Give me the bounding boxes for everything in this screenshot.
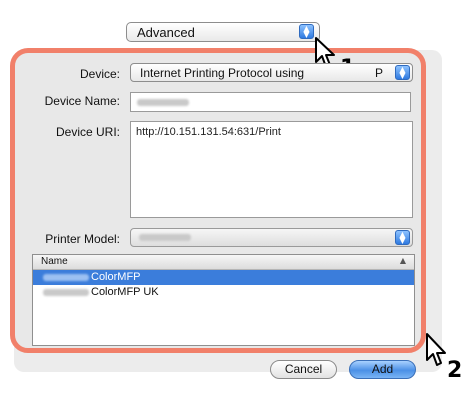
device-popup-value-tail: P [375, 66, 384, 80]
device-name-field[interactable] [130, 92, 411, 112]
updown-arrows-icon: ▲ ▼ [395, 65, 410, 80]
redacted-model-name [139, 234, 191, 241]
column-header-name: Name [41, 256, 68, 267]
arrow-cursor-icon [426, 333, 446, 366]
printer-model-label: Printer Model: [45, 232, 120, 246]
list-item-label: ColorMFP UK [91, 286, 159, 298]
updown-arrows-icon: ▲ ▼ [395, 230, 410, 245]
printer-model-popup[interactable]: ▲ ▼ [130, 228, 413, 247]
device-uri-field[interactable]: http://10.151.131.54:631/Print [130, 121, 413, 218]
device-uri-label: Device URI: [55, 125, 120, 139]
step-2-callout: 2 [447, 358, 463, 383]
sort-ascending-icon: ▲ [399, 256, 406, 265]
list-item-label: ColorMFP [91, 271, 141, 283]
list-item[interactable]: ColorMFP UK [33, 285, 414, 300]
popup-value: Advanced [137, 25, 195, 40]
redacted-model-prefix [43, 289, 89, 296]
redacted-device-name [137, 99, 189, 106]
list-item[interactable]: ColorMFP [33, 270, 414, 285]
printer-model-list[interactable]: Name ▲ ColorMFP ColorMFP UK [32, 254, 415, 346]
add-button[interactable]: Add [349, 360, 416, 379]
device-popup-value: Internet Printing Protocol using [140, 66, 305, 80]
updown-arrows-icon: ▲ ▼ [299, 24, 314, 39]
redacted-model-prefix [43, 274, 89, 281]
list-header-name[interactable]: Name ▲ [33, 255, 414, 270]
device-label: Device: [79, 67, 120, 81]
device-name-label: Device Name: [44, 94, 120, 108]
device-uri-value: http://10.151.131.54:631/Print [136, 126, 281, 138]
device-popup[interactable]: Internet Printing Protocol using P ▲ ▼ [130, 63, 413, 82]
printer-browser-popup[interactable]: Advanced ▲ ▼ [126, 22, 320, 42]
cancel-button[interactable]: Cancel [270, 360, 337, 379]
